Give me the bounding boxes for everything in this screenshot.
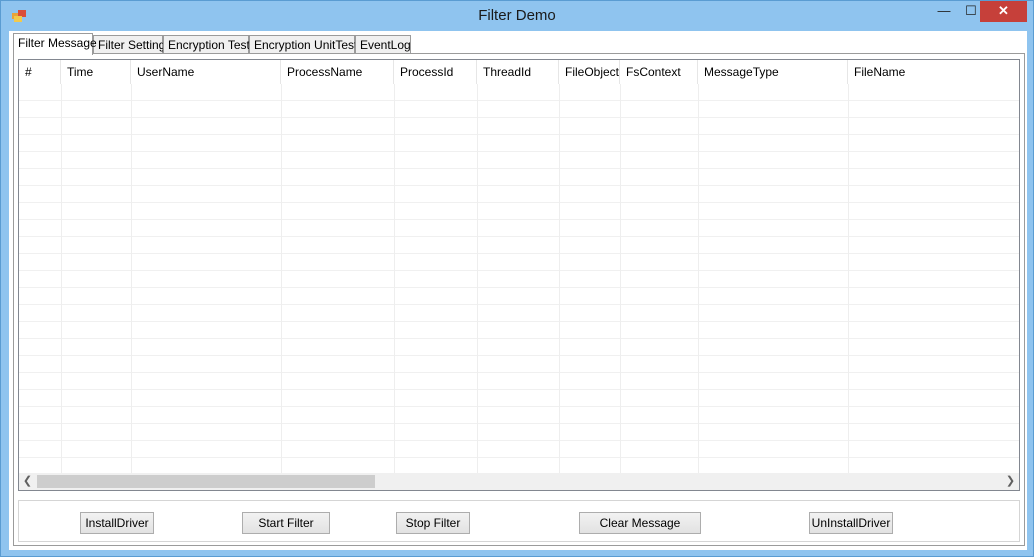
table-row[interactable] [19, 186, 1019, 203]
title-bar[interactable]: Filter Demo — ☐ ✕ [1, 1, 1033, 31]
column-separator [559, 84, 560, 476]
table-row[interactable] [19, 441, 1019, 458]
column-header-messagetype[interactable]: MessageType [698, 60, 848, 84]
message-grid[interactable]: # Time UserName ProcessName ProcessId Th… [18, 59, 1020, 491]
table-row[interactable] [19, 356, 1019, 373]
table-row[interactable] [19, 118, 1019, 135]
table-row[interactable] [19, 288, 1019, 305]
tab-filter-message[interactable]: Filter Message [13, 33, 97, 55]
stop-filter-button[interactable]: Stop Filter [396, 512, 470, 534]
window-title: Filter Demo [478, 7, 556, 24]
table-row[interactable] [19, 84, 1019, 101]
column-separator [131, 84, 132, 476]
scroll-left-icon[interactable]: ❮ [19, 473, 36, 490]
column-header-username[interactable]: UserName [131, 60, 281, 84]
table-row[interactable] [19, 271, 1019, 288]
table-row[interactable] [19, 322, 1019, 339]
client-area: Filter Message Filter Setting Encryption… [9, 31, 1027, 550]
column-header-fileobject[interactable]: FileObject [559, 60, 620, 84]
action-bar: InstallDriver Start Filter Stop Filter C… [18, 500, 1020, 542]
scroll-thumb[interactable] [37, 475, 375, 488]
table-row[interactable] [19, 373, 1019, 390]
grid-header: # Time UserName ProcessName ProcessId Th… [19, 60, 1019, 84]
table-row[interactable] [19, 305, 1019, 322]
table-row[interactable] [19, 101, 1019, 118]
column-separator [698, 84, 699, 476]
column-separator [477, 84, 478, 476]
table-row[interactable] [19, 424, 1019, 441]
uninstall-driver-button[interactable]: UnInstallDriver [809, 512, 893, 534]
filter-message-panel: # Time UserName ProcessName ProcessId Th… [13, 53, 1025, 546]
table-row[interactable] [19, 407, 1019, 424]
column-header-filename[interactable]: FileName [848, 60, 1019, 84]
table-row[interactable] [19, 220, 1019, 237]
table-row[interactable] [19, 390, 1019, 407]
column-separator [620, 84, 621, 476]
table-row[interactable] [19, 254, 1019, 271]
main-window: Filter Demo — ☐ ✕ Filter Message Filter … [0, 0, 1034, 557]
close-button[interactable]: ✕ [980, 1, 1027, 22]
table-row[interactable] [19, 237, 1019, 254]
tab-filter-setting[interactable]: Filter Setting [93, 35, 165, 54]
column-header-fscontext[interactable]: FsContext [620, 60, 698, 84]
clear-message-button[interactable]: Clear Message [579, 512, 701, 534]
table-row[interactable] [19, 169, 1019, 186]
column-separator [281, 84, 282, 476]
table-row[interactable] [19, 152, 1019, 169]
scroll-right-icon[interactable]: ❯ [1002, 473, 1019, 490]
grid-rows [19, 84, 1019, 476]
install-driver-button[interactable]: InstallDriver [80, 512, 154, 534]
column-separator [848, 84, 849, 476]
tab-encryption-unittest[interactable]: Encryption UnitTest [249, 35, 357, 54]
start-filter-button[interactable]: Start Filter [242, 512, 330, 534]
tab-encryption-test[interactable]: Encryption Test [163, 35, 250, 54]
column-header-processname[interactable]: ProcessName [281, 60, 394, 84]
column-header-processid[interactable]: ProcessId [394, 60, 477, 84]
column-header-index[interactable]: # [19, 60, 61, 84]
table-row[interactable] [19, 135, 1019, 152]
horizontal-scrollbar[interactable]: ❮ ❯ [19, 473, 1019, 490]
table-row[interactable] [19, 203, 1019, 220]
column-separator [61, 84, 62, 476]
tab-eventlog[interactable]: EventLog [355, 35, 411, 54]
column-header-time[interactable]: Time [61, 60, 131, 84]
column-separator [394, 84, 395, 476]
table-row[interactable] [19, 339, 1019, 356]
column-header-threadid[interactable]: ThreadId [477, 60, 559, 84]
